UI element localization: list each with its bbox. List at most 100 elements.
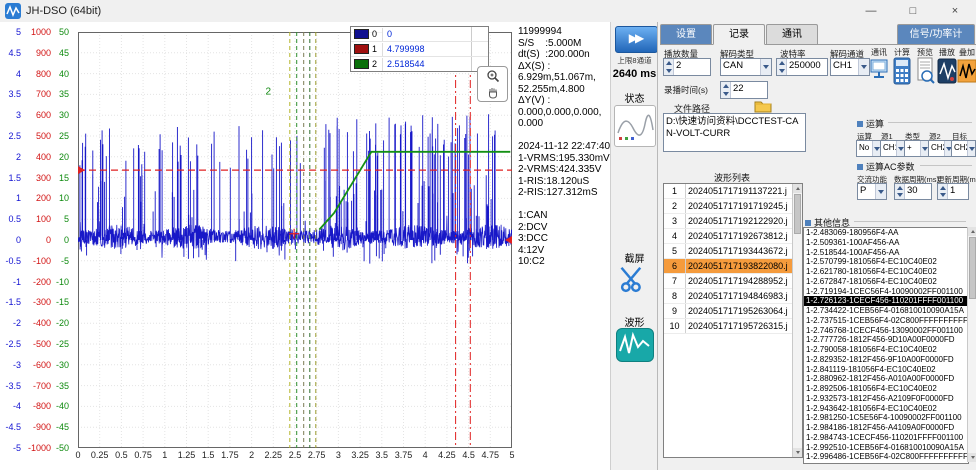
chevron-down-icon[interactable] (967, 141, 975, 156)
math-combo-3[interactable]: CH2 (928, 140, 953, 157)
legend-row[interactable]: 14.799998 (351, 42, 488, 57)
ac-data-period-spinner[interactable]: 30 (894, 183, 932, 200)
other-info-row[interactable]: 1-2.996486-1CEB56F4-02C800FFFFFFFFFF (804, 452, 968, 462)
other-info-scrollbar[interactable] (967, 227, 976, 462)
other-info-row[interactable]: 1-2.621780-181056F4-EC10C40E02 (804, 267, 968, 277)
scroll-down-icon[interactable] (793, 448, 802, 457)
waveform-view-button[interactable] (616, 328, 654, 362)
other-info-row[interactable]: 1-2.570799-181056F4-EC10C40E02 (804, 257, 968, 267)
waveform-plot[interactable]: 2 (78, 32, 512, 448)
decode-channel-combo[interactable]: CH1 (830, 58, 870, 76)
waveform-list-row[interactable]: 92024051717195263064.j (664, 304, 793, 319)
other-info-row[interactable]: 1-2.509361-100AF456-AA (804, 238, 968, 248)
waveform-list-scrollbar[interactable] (792, 184, 802, 457)
scroll-thumb[interactable] (969, 237, 976, 299)
chevron-down-icon[interactable] (760, 59, 771, 75)
baud-rate-spinner[interactable]: 250000 (776, 58, 828, 76)
spinner-arrows[interactable] (777, 59, 787, 75)
other-info-row[interactable]: 1-2.672847-181056F4-EC10C40E02 (804, 277, 968, 287)
chevron-down-icon[interactable] (875, 184, 886, 199)
other-info-row[interactable]: 1-2.943642-181056F4-EC10C40E02 (804, 404, 968, 414)
scroll-down-icon[interactable] (968, 453, 976, 462)
y-axis-volts: 54.543.532.521.510.50-0.5-1-1.5-2-2.5-3-… (0, 22, 22, 470)
other-info-row[interactable]: 1-2.984186-1812F456-A4109A0F0000FD (804, 423, 968, 433)
waveform-list-row[interactable]: 32024051717192122920.j (664, 214, 793, 229)
waveform-list-row[interactable]: 72024051717194288952.j (664, 274, 793, 289)
waveform-list[interactable]: 12024051717191137221.j220240517171917192… (663, 183, 803, 458)
row-number: 10 (664, 319, 686, 333)
chevron-down-icon[interactable] (858, 59, 869, 75)
spinner-arrows[interactable] (664, 59, 674, 75)
axis-tick-label: 300 (36, 173, 51, 183)
other-info-row[interactable]: 1-2.984743-1CECF456-110201FFFF001100 (804, 433, 968, 443)
legend-row[interactable]: 22.518544 (351, 57, 488, 71)
preview-magnifier-icon[interactable] (915, 56, 935, 86)
spinner-arrows[interactable] (721, 82, 731, 98)
other-info-row[interactable]: 1-2.726123-1CECF456-110201FFFF001100 (804, 296, 968, 306)
other-info-row[interactable]: 1-2.518544-100AF456-AA (804, 248, 968, 258)
zoom-tools[interactable] (477, 66, 508, 102)
record-time-spinner[interactable]: 22 (720, 81, 768, 99)
other-info-row[interactable]: 1-2.719194-1CEC56F4-10090002FF001100 (804, 287, 968, 297)
waveform-list-row[interactable]: 62024051717193822080.j (664, 259, 793, 274)
comm-monitor-icon[interactable] (869, 56, 889, 86)
play-count-spinner[interactable]: 2 (663, 58, 711, 76)
fast-play-button[interactable]: ▶▶ (615, 26, 658, 53)
waveform-list-row[interactable]: 42024051717192673812.j (664, 229, 793, 244)
tab-signal-power[interactable]: 信号/功率计 (897, 24, 975, 44)
scroll-thumb[interactable] (794, 194, 801, 234)
legend-row[interactable]: 00 (351, 27, 488, 42)
maximize-button[interactable]: □ (894, 0, 932, 22)
other-info-row[interactable]: 1-2.841119-181056F4-EC10C40E02 (804, 365, 968, 375)
waveform-list-row[interactable]: 102024051717195726315.j (664, 319, 793, 334)
math-combo-0[interactable]: No (856, 140, 881, 157)
other-info-row[interactable]: 1-2.992510-1CEB56F4-016810010090A15A (804, 443, 968, 453)
axis-tick-label: 2 (16, 152, 21, 162)
tab-record[interactable]: 记录 (713, 24, 765, 45)
minimize-button[interactable]: — (852, 0, 890, 22)
overlay-wave-icon[interactable] (957, 56, 976, 86)
math-combo-1[interactable]: CH1 (880, 140, 905, 157)
chevron-down-icon[interactable] (872, 141, 880, 156)
channel-legend[interactable]: 0014.79999822.518544 (350, 26, 489, 72)
waveform-list-row[interactable]: 12024051717191137221.j (664, 184, 793, 199)
other-info-row[interactable]: 1-2.932573-1812F456-A2109F0F0000FD (804, 394, 968, 404)
spinner-arrows[interactable] (895, 184, 905, 199)
other-info-row[interactable]: 1-2.483069-180956F4-AA (804, 228, 968, 238)
ac-update-period-spinner[interactable]: 1 (937, 183, 969, 200)
screenshot-scissors-icon[interactable] (619, 264, 649, 294)
axis-tick-label: 35 (59, 89, 69, 99)
tab-settings[interactable]: 设置 (660, 24, 712, 44)
waveform-list-row[interactable]: 52024051717193443672.j (664, 244, 793, 259)
scroll-up-icon[interactable] (793, 184, 802, 193)
chevron-down-icon[interactable] (896, 141, 904, 156)
math-combo-2[interactable]: + (904, 140, 929, 157)
other-info-row[interactable]: 1-2.790058-181056F4-EC10C40E02 (804, 345, 968, 355)
row-filename: 2024051717191719245.j (686, 199, 793, 213)
waveform-list-row[interactable]: 82024051717194846983.j (664, 289, 793, 304)
tab-comm[interactable]: 通讯 (766, 24, 818, 44)
other-info-list[interactable]: 1-2.483069-180956F4-AA1-2.509361-100AF45… (803, 227, 969, 464)
chevron-down-icon[interactable] (920, 141, 928, 156)
ac-function-combo[interactable]: P (857, 183, 887, 200)
other-info-row[interactable]: 1-2.746768-1CECF456-13090002FF001100 (804, 326, 968, 336)
status-wave-indicator[interactable] (614, 105, 656, 147)
math-combo-4[interactable]: CH2 (951, 140, 976, 157)
close-button[interactable]: × (936, 0, 974, 22)
spinner-arrows[interactable] (938, 184, 948, 199)
other-info-row[interactable]: 1-2.734422-1CEB56F4-016810010090A15A (804, 306, 968, 316)
scroll-up-icon[interactable] (968, 227, 976, 236)
waveform-list-row[interactable]: 22024051717191719245.j (664, 199, 793, 214)
other-info-row[interactable]: 1-2.880962-1812F456-A010A00F0000FD (804, 374, 968, 384)
other-info-row[interactable]: 1-2.777726-1812F456-9D10A00F0000FD (804, 335, 968, 345)
other-info-row[interactable]: 1-2.829352-1812F456-9F10A00F0000FD (804, 355, 968, 365)
decode-type-combo[interactable]: CAN (720, 58, 772, 76)
combo-value: CH2 (929, 141, 944, 156)
file-path-box[interactable]: D:\快速访问资料\DCCTEST-CAN-VOLT-CURR (663, 113, 806, 152)
folder-icon[interactable] (754, 99, 772, 113)
other-info-row[interactable]: 1-2.737515-1CEB56F4-02C800FFFFFFFFFF (804, 316, 968, 326)
playback-wave-icon[interactable] (937, 56, 957, 86)
calculator-icon[interactable] (892, 56, 912, 86)
other-info-row[interactable]: 1-2.981250-1C5E56F4-10090002FF001100 (804, 413, 968, 423)
other-info-row[interactable]: 1-2.892506-181056F4-EC10C40E02 (804, 384, 968, 394)
